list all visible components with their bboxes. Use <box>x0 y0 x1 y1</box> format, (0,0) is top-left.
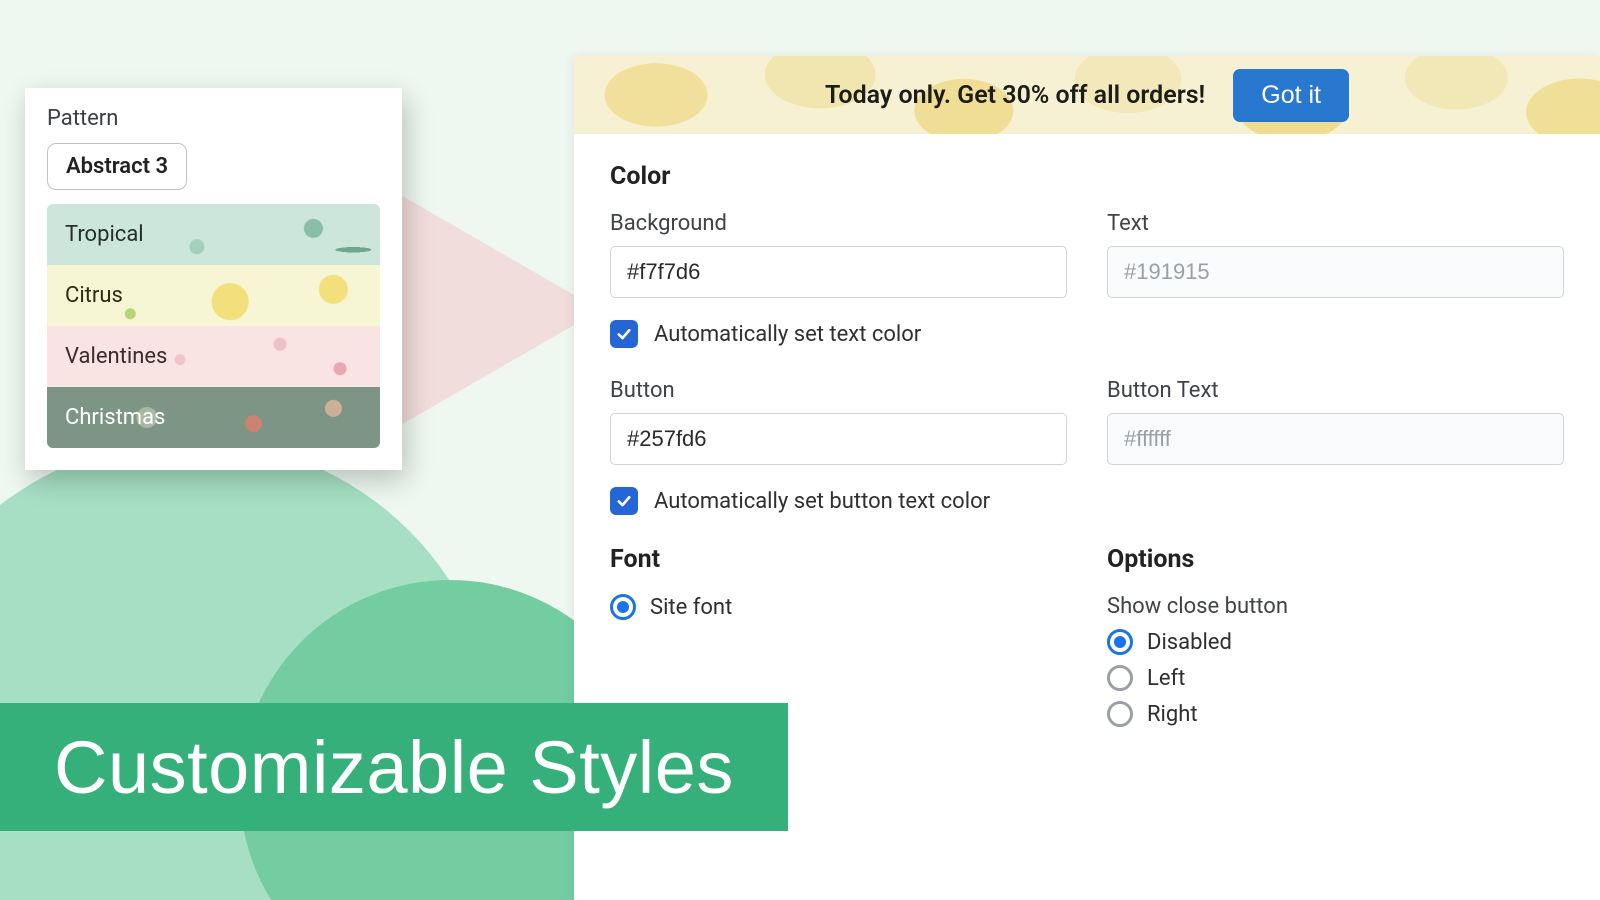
banner-text: Today only. Get 30% off all orders! <box>825 81 1205 110</box>
background-label: Background <box>610 211 1067 236</box>
preview-banner: Today only. Get 30% off all orders! Got … <box>574 56 1600 134</box>
pattern-option-valentines[interactable]: Valentines <box>47 326 380 387</box>
close-option-label: Right <box>1147 702 1198 727</box>
auto-text-color-label: Automatically set text color <box>654 322 921 347</box>
radio-icon <box>610 594 636 620</box>
pattern-label: Pattern <box>47 106 380 131</box>
pattern-card: Pattern Abstract 3 Tropical Citrus Valen… <box>25 88 402 470</box>
pattern-option-label: Valentines <box>65 344 167 369</box>
button-text-color-input[interactable] <box>1107 413 1564 465</box>
pattern-option-citrus[interactable]: Citrus <box>47 265 380 326</box>
pattern-option-label: Christmas <box>65 405 165 430</box>
title-band: Customizable Styles <box>0 703 788 831</box>
color-heading: Color <box>610 162 1564 191</box>
radio-icon <box>1107 665 1133 691</box>
auto-text-color-checkbox[interactable] <box>610 320 638 348</box>
radio-icon <box>1107 701 1133 727</box>
pattern-option-tropical[interactable]: Tropical <box>47 204 380 265</box>
close-option-right[interactable]: Right <box>1107 701 1564 727</box>
auto-button-text-color-checkbox[interactable] <box>610 487 638 515</box>
check-icon <box>615 492 633 510</box>
overlay-title: Customizable Styles <box>54 725 734 810</box>
pattern-selected-pill[interactable]: Abstract 3 <box>47 143 187 190</box>
button-text-label: Button Text <box>1107 378 1564 403</box>
close-option-label: Left <box>1147 666 1185 691</box>
pattern-option-christmas[interactable]: Christmas <box>47 387 380 448</box>
pattern-option-label: Citrus <box>65 283 123 308</box>
text-color-input[interactable] <box>1107 246 1564 298</box>
show-close-label: Show close button <box>1107 594 1564 619</box>
background-color-input[interactable] <box>610 246 1067 298</box>
options-heading: Options <box>1107 545 1564 574</box>
button-color-input[interactable] <box>610 413 1067 465</box>
radio-icon <box>1107 629 1133 655</box>
font-heading: Font <box>610 545 1067 574</box>
close-option-disabled[interactable]: Disabled <box>1107 629 1564 655</box>
banner-got-it-button[interactable]: Got it <box>1233 69 1349 122</box>
font-option-site-font[interactable]: Site font <box>610 594 1067 620</box>
pattern-option-label: Tropical <box>65 222 144 247</box>
font-option-label: Site font <box>650 595 732 620</box>
button-color-label: Button <box>610 378 1067 403</box>
auto-button-text-color-label: Automatically set button text color <box>654 489 990 514</box>
check-icon <box>615 325 633 343</box>
close-option-left[interactable]: Left <box>1107 665 1564 691</box>
close-option-label: Disabled <box>1147 630 1232 655</box>
text-label: Text <box>1107 211 1564 236</box>
